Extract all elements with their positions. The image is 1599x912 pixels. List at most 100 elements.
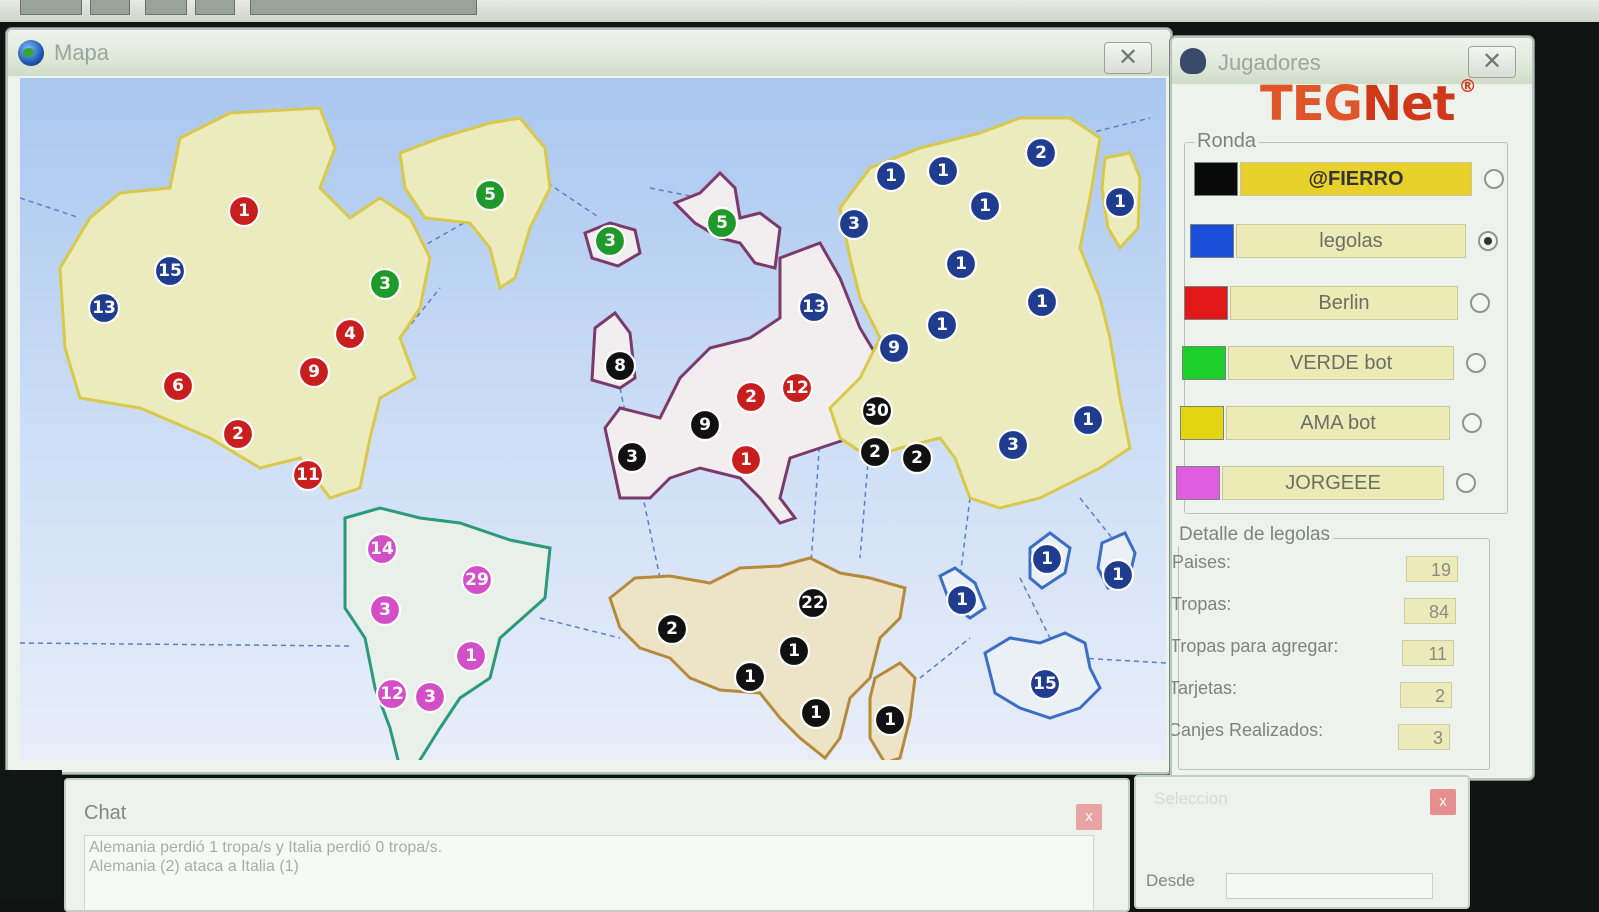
detail-row-value: 11: [1402, 640, 1454, 666]
army-marker[interactable]: 2: [858, 435, 892, 469]
army-marker[interactable]: 15: [1028, 667, 1062, 701]
world-map[interactable]: 1151362119435358392 121139302 21 1312111131…: [20, 78, 1166, 760]
army-marker[interactable]: 9: [297, 355, 331, 389]
player-select-radio[interactable]: [1456, 473, 1476, 493]
army-marker[interactable]: 1: [1071, 403, 1105, 437]
army-marker[interactable]: 3: [615, 440, 649, 474]
player-select-radio[interactable]: [1462, 413, 1482, 433]
tegnet-logo: TEGNet ®: [1260, 76, 1477, 132]
player-select-radio[interactable]: [1478, 231, 1498, 251]
army-marker[interactable]: 1: [1025, 285, 1059, 319]
army-marker[interactable]: 9: [877, 331, 911, 365]
army-marker[interactable]: 1: [968, 189, 1002, 223]
toolbar-button[interactable]: [145, 0, 187, 15]
army-marker[interactable]: 11: [291, 458, 325, 492]
selection-close-button[interactable]: x: [1430, 789, 1456, 815]
army-marker[interactable]: 3: [593, 224, 627, 258]
players-close-button[interactable]: ✕: [1468, 46, 1516, 78]
player-color-swatch: [1194, 162, 1238, 196]
player-row[interactable]: legolas: [1190, 224, 1500, 258]
chat-close-button[interactable]: x: [1076, 804, 1102, 830]
player-row[interactable]: @FIERRO: [1194, 162, 1504, 196]
army-marker[interactable]: 30: [860, 394, 894, 428]
army-marker[interactable]: 3: [837, 207, 871, 241]
army-marker[interactable]: 13: [87, 291, 121, 325]
army-count: 3: [604, 231, 616, 251]
army-marker[interactable]: 1: [227, 194, 261, 228]
army-count: 13: [92, 298, 116, 318]
chat-log[interactable]: Alemania perdió 1 tropa/s y Italia perdi…: [84, 835, 1094, 910]
toolbar-button-group[interactable]: [250, 0, 477, 15]
army-marker[interactable]: 12: [375, 677, 409, 711]
army-marker[interactable]: 8: [603, 349, 637, 383]
player-select-radio[interactable]: [1466, 353, 1486, 373]
army-marker[interactable]: 12: [780, 371, 814, 405]
player-row[interactable]: VERDE bot: [1182, 346, 1492, 380]
army-count: 3: [379, 600, 391, 620]
player-row[interactable]: JORGEEE: [1176, 466, 1486, 500]
army-marker[interactable]: 1: [1030, 542, 1064, 576]
army-marker[interactable]: 6: [161, 369, 195, 403]
army-count: 6: [172, 376, 184, 396]
army-marker[interactable]: 15: [153, 254, 187, 288]
army-marker[interactable]: 4: [333, 317, 367, 351]
army-count: 1: [956, 590, 968, 610]
army-marker[interactable]: 1: [873, 703, 907, 737]
army-marker[interactable]: 13: [797, 290, 831, 324]
player-color-swatch: [1182, 346, 1226, 380]
army-marker[interactable]: 1: [799, 696, 833, 730]
player-row[interactable]: Berlin: [1184, 286, 1494, 320]
army-marker[interactable]: 1: [729, 443, 763, 477]
army-marker[interactable]: 2: [655, 612, 689, 646]
army-marker[interactable]: 14: [365, 532, 399, 566]
army-count: 4: [344, 324, 356, 344]
army-marker[interactable]: 1: [777, 634, 811, 668]
round-label: Ronda: [1194, 130, 1259, 153]
army-marker[interactable]: 5: [705, 206, 739, 240]
army-marker[interactable]: 1: [1103, 185, 1137, 219]
map-window: Mapa ✕ 1 15 13 6 2 11 9 4 3 5 3 5 8 3 9 …: [6, 28, 1172, 774]
army-marker[interactable]: 9: [688, 408, 722, 442]
army-count: 1: [788, 641, 800, 661]
army-marker[interactable]: 1: [733, 660, 767, 694]
army-marker[interactable]: 5: [473, 178, 507, 212]
player-select-radio[interactable]: [1470, 293, 1490, 313]
army-marker[interactable]: 1: [874, 159, 908, 193]
army-marker[interactable]: 1: [1101, 558, 1135, 592]
army-marker[interactable]: 2: [1024, 136, 1058, 170]
army-marker[interactable]: 1: [926, 154, 960, 188]
from-field[interactable]: [1226, 873, 1433, 899]
army-marker[interactable]: 3: [368, 267, 402, 301]
army-marker[interactable]: 2: [734, 380, 768, 414]
army-marker[interactable]: 1: [454, 639, 488, 673]
player-color-swatch: [1176, 466, 1220, 500]
army-count: 3: [626, 447, 638, 467]
player-select-radio[interactable]: [1484, 169, 1504, 189]
army-count: 1: [465, 646, 477, 666]
army-marker[interactable]: 1: [945, 583, 979, 617]
army-marker[interactable]: 29: [460, 563, 494, 597]
army-marker[interactable]: 1: [925, 308, 959, 342]
army-marker[interactable]: 22: [796, 586, 830, 620]
player-row[interactable]: AMA bot: [1180, 406, 1490, 440]
army-marker[interactable]: 3: [413, 680, 447, 714]
detail-row-label: Tarjetas:: [1170, 678, 1238, 698]
army-count: 29: [465, 570, 489, 590]
army-marker[interactable]: 2: [221, 417, 255, 451]
army-count: 3: [424, 687, 436, 707]
army-marker[interactable]: 1: [944, 247, 978, 281]
toolbar-button[interactable]: [20, 0, 82, 15]
desktop-corner: [0, 770, 62, 899]
toolbar-button[interactable]: [90, 0, 130, 15]
players-icon: [1180, 48, 1206, 74]
map-close-button[interactable]: ✕: [1104, 42, 1152, 74]
army-count: 12: [785, 378, 809, 398]
army-marker[interactable]: 3: [996, 428, 1030, 462]
detail-row-value: 2: [1400, 682, 1452, 708]
army-count: 5: [716, 213, 728, 233]
toolbar-button[interactable]: [195, 0, 235, 15]
army-marker[interactable]: 3: [368, 593, 402, 627]
army-marker[interactable]: 2: [900, 441, 934, 475]
army-count: 2: [745, 387, 757, 407]
chat-window: Chat x Alemania perdió 1 tropa/s y Itali…: [64, 778, 1130, 912]
